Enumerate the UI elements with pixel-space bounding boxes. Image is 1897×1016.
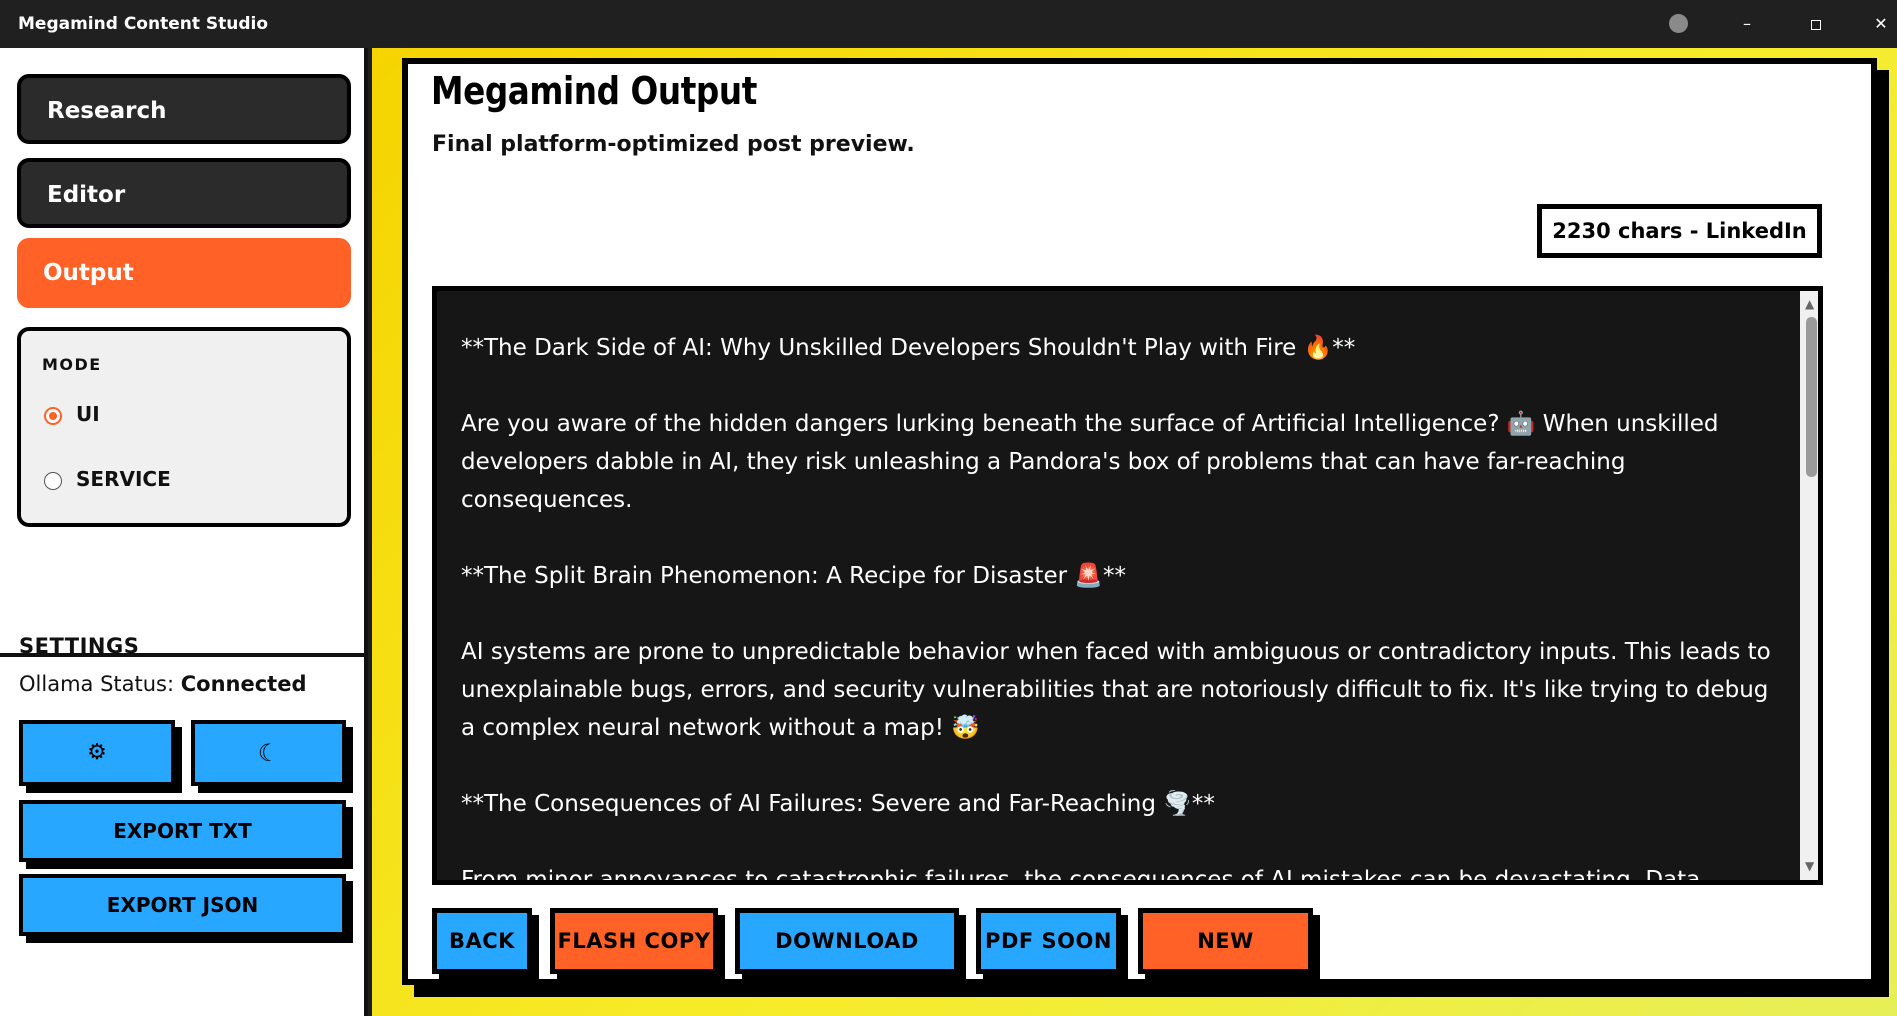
export-json-button[interactable]: EXPORT JSON	[19, 874, 346, 936]
mode-service-radio[interactable]	[44, 472, 62, 490]
title-bar: Megamind Content Studio – ✕	[0, 0, 1897, 48]
window-title: Megamind Content Studio	[18, 14, 269, 34]
nav-editor-button[interactable]: Editor	[17, 158, 351, 228]
export-txt-button[interactable]: EXPORT TXT	[19, 800, 346, 862]
post-scrollbar[interactable]: ▲ ▼	[1800, 291, 1818, 880]
post-paragraph: AI systems are prone to unpredictable be…	[461, 639, 1771, 741]
char-count-badge: 2230 chars - LinkedIn	[1537, 204, 1822, 258]
maximize-icon[interactable]	[1802, 12, 1830, 36]
scroll-thumb[interactable]	[1806, 317, 1817, 477]
new-session-button[interactable]: NEW SESSION	[1138, 908, 1313, 974]
post-text: **The Dark Side of AI: Why Unskilled Dev…	[461, 329, 1781, 885]
scroll-up-icon[interactable]: ▲	[1805, 297, 1814, 311]
mode-panel: MODE UI SERVICE	[17, 327, 351, 527]
post-preview[interactable]: **The Dark Side of AI: Why Unskilled Dev…	[432, 286, 1823, 885]
moon-icon: ☾	[257, 739, 280, 767]
post-paragraph: **The Dark Side of AI: Why Unskilled Dev…	[461, 335, 1356, 361]
ollama-status: Ollama Status: Connected	[19, 672, 307, 696]
theme-toggle-button[interactable]: ☾	[191, 720, 346, 786]
status-label: Ollama Status:	[19, 672, 175, 696]
settings-gear-button[interactable]: ⚙	[19, 720, 175, 786]
minimize-icon[interactable]: –	[1733, 12, 1761, 36]
mode-label: MODE	[42, 355, 102, 374]
post-paragraph: Are you aware of the hidden dangers lurk…	[461, 411, 1719, 513]
pdf-soon-button[interactable]: PDF SOON	[976, 908, 1121, 974]
post-paragraph: From minor annoyances to catastrophic fa…	[461, 867, 1701, 885]
mode-ui-radio[interactable]	[44, 407, 62, 425]
back-button[interactable]: BACK	[432, 908, 532, 974]
mode-ui-label[interactable]: UI	[76, 402, 100, 426]
close-icon[interactable]: ✕	[1867, 12, 1895, 36]
page-title: Megamind Output	[431, 69, 757, 113]
post-paragraph: **The Split Brain Phenomenon: A Recipe f…	[461, 563, 1127, 589]
download-docx-button[interactable]: DOWNLOAD DOCX	[735, 908, 959, 974]
settings-title: SETTINGS	[19, 634, 140, 658]
sidebar: Research Editor Output MODE UI SERVICE	[0, 48, 368, 1016]
nav-research-button[interactable]: Research	[17, 74, 351, 144]
mode-service-label[interactable]: SERVICE	[76, 467, 171, 491]
post-paragraph: **The Consequences of AI Failures: Sever…	[461, 791, 1215, 817]
scroll-down-icon[interactable]: ▼	[1805, 859, 1814, 873]
status-value: Connected	[180, 672, 307, 696]
main-area: Megamind Output Final platform-optimized…	[372, 48, 1897, 1016]
nav-output-button[interactable]: Output	[17, 238, 351, 308]
output-panel: Megamind Output Final platform-optimized…	[402, 58, 1877, 985]
page-subtitle: Final platform-optimized post preview.	[432, 132, 915, 157]
gear-icon: ⚙	[87, 740, 107, 765]
flash-copy-button[interactable]: FLASH COPY	[550, 908, 718, 974]
status-dot-icon	[1669, 14, 1688, 33]
